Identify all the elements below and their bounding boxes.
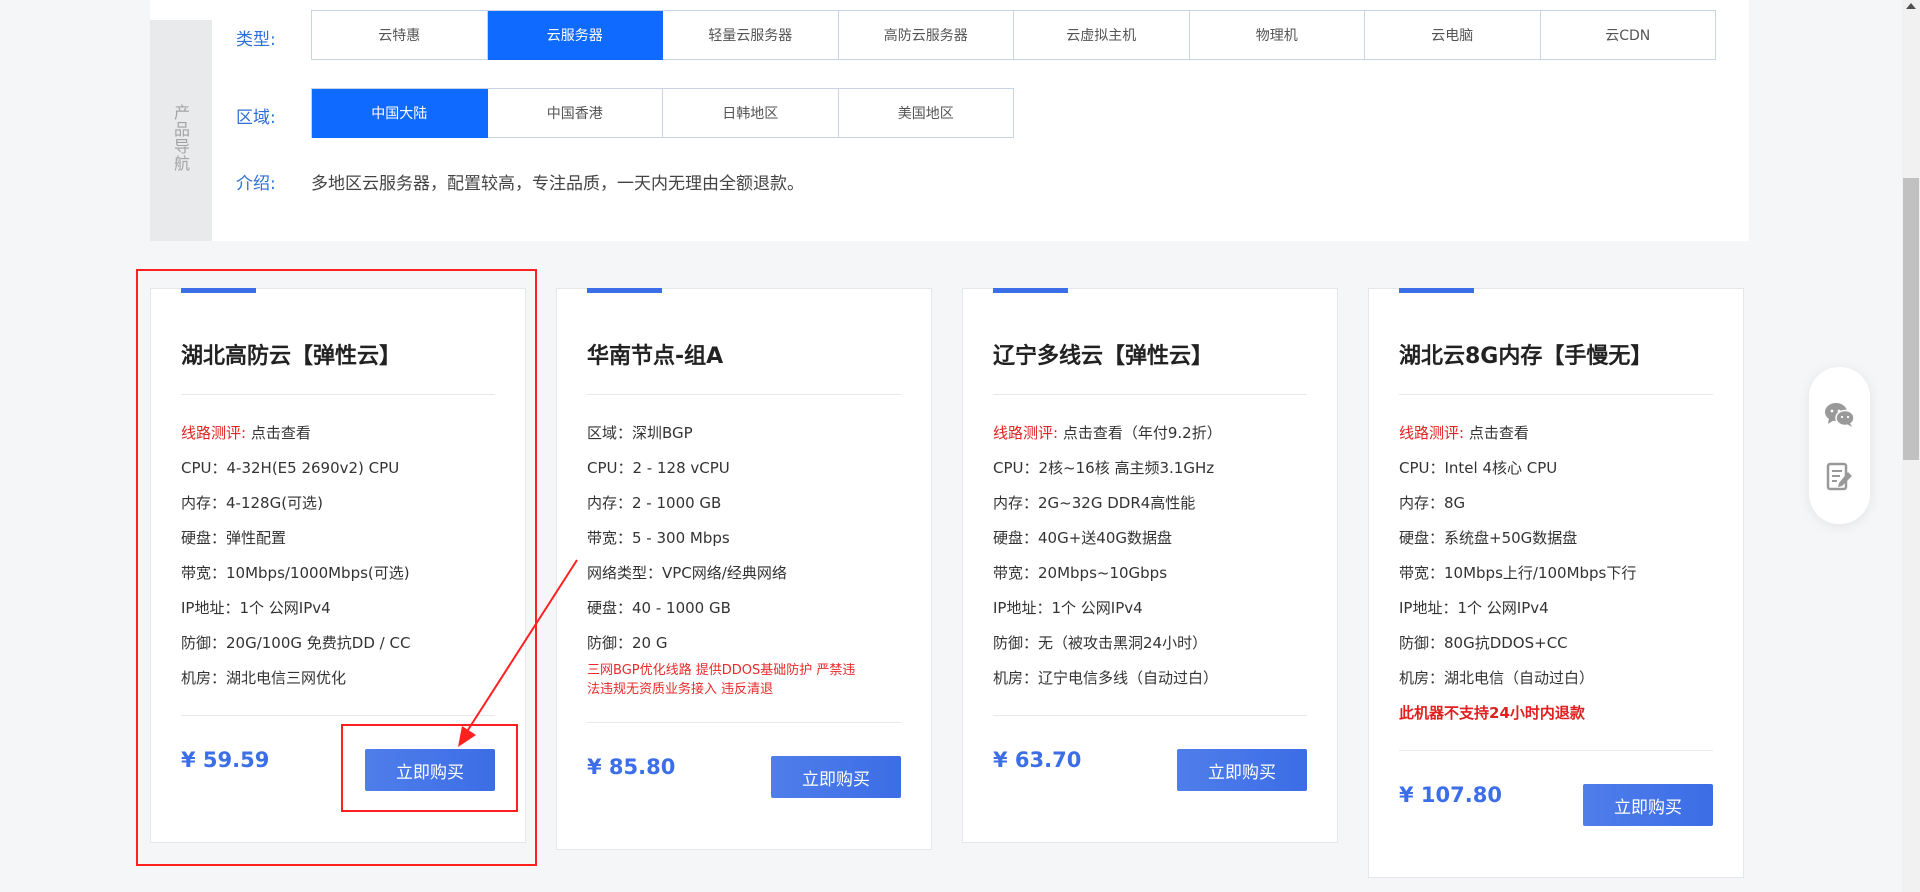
scrollbar-thumb[interactable] xyxy=(1903,178,1919,460)
wechat-icon[interactable] xyxy=(1824,399,1855,430)
scroll-up-arrow-icon[interactable] xyxy=(1906,3,1916,9)
floating-toolbar xyxy=(1809,367,1870,524)
annotation-arrow-icon xyxy=(458,559,578,747)
edit-document-icon[interactable] xyxy=(1824,461,1855,492)
